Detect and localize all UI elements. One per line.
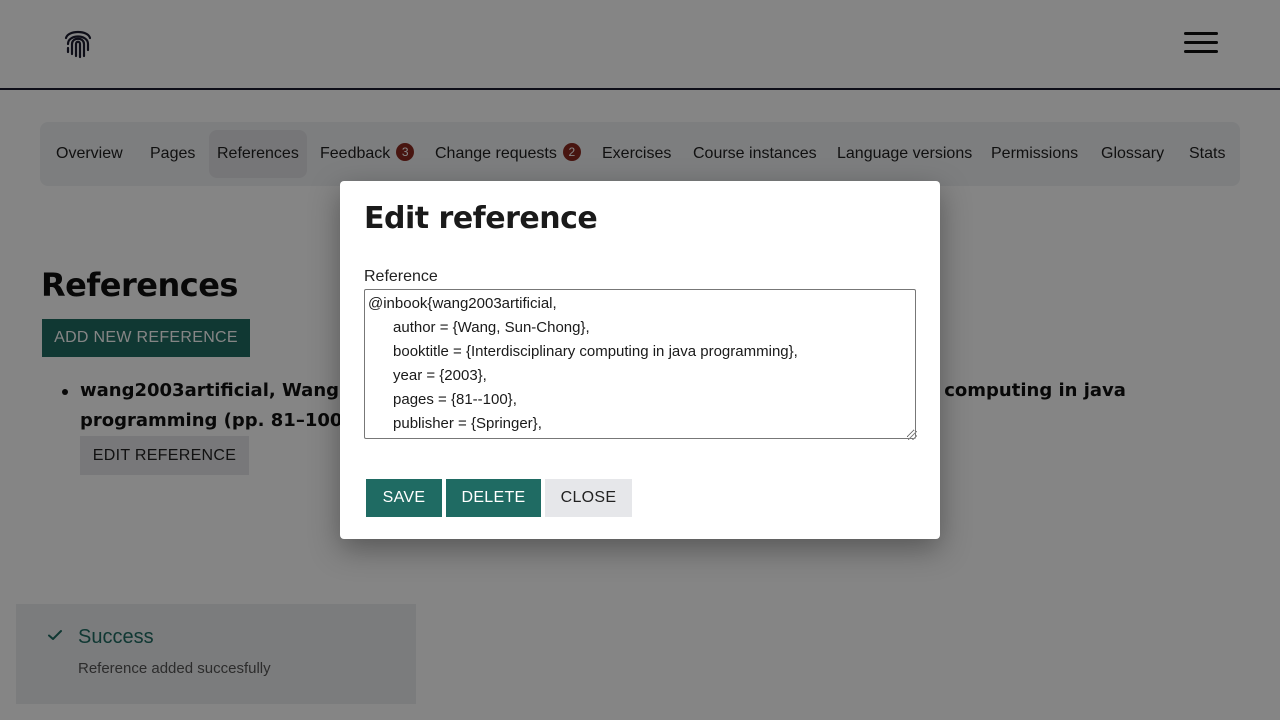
delete-button[interactable]: DELETE xyxy=(446,479,541,517)
reference-field-label: Reference xyxy=(364,268,438,285)
edit-reference-dialog: Edit reference Reference @inbook{wang200… xyxy=(340,181,940,539)
reference-textarea[interactable]: @inbook{wang2003artificial, author = {Wa… xyxy=(364,289,916,439)
textarea-resize-handle[interactable] xyxy=(908,431,917,440)
close-button[interactable]: CLOSE xyxy=(545,479,632,517)
save-button[interactable]: SAVE xyxy=(366,479,442,517)
dialog-title: Edit reference xyxy=(364,201,598,236)
